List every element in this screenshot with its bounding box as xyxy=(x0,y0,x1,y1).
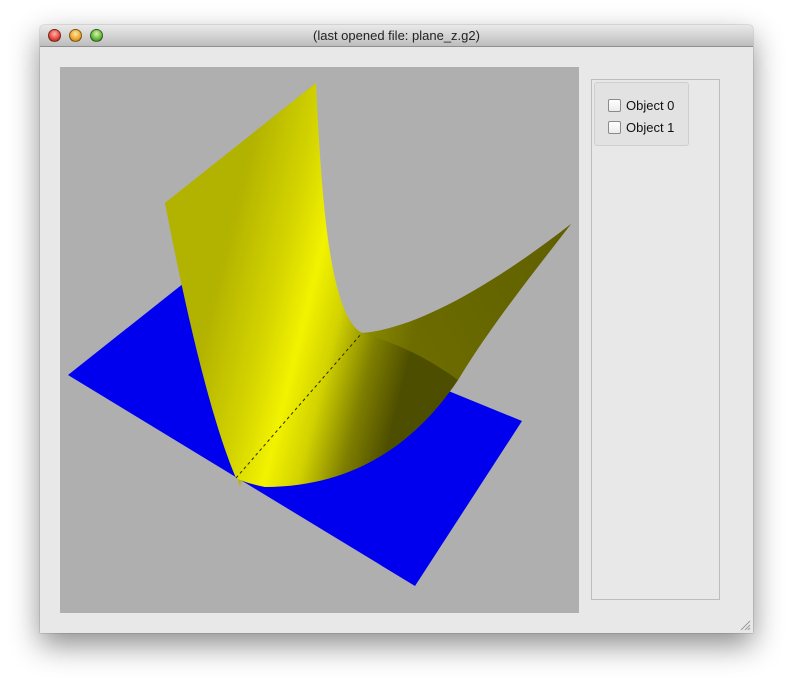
object-1-checkbox[interactable]: Object 1 xyxy=(608,118,674,136)
window-title: (last opened file: plane_z.g2) xyxy=(313,28,480,43)
object-panel: Object 0 Object 1 xyxy=(591,79,720,600)
minimize-icon[interactable] xyxy=(69,29,82,42)
object-1-label: Object 1 xyxy=(626,119,675,135)
app-window: (last opened file: plane_z.g2) Object 0 … xyxy=(40,25,753,633)
checkbox-icon[interactable] xyxy=(608,120,621,134)
checkbox-icon[interactable] xyxy=(608,98,621,112)
object-0-label: Object 0 xyxy=(626,97,675,113)
resize-grip-icon[interactable] xyxy=(740,620,751,631)
object-list: Object 0 Object 1 xyxy=(594,82,689,146)
close-icon[interactable] xyxy=(48,29,61,42)
object-0-checkbox[interactable]: Object 0 xyxy=(608,96,674,114)
3d-viewport[interactable] xyxy=(60,67,579,613)
scene-render xyxy=(68,83,571,586)
maximize-icon[interactable] xyxy=(90,29,103,42)
title-bar[interactable]: (last opened file: plane_z.g2) xyxy=(40,25,753,47)
